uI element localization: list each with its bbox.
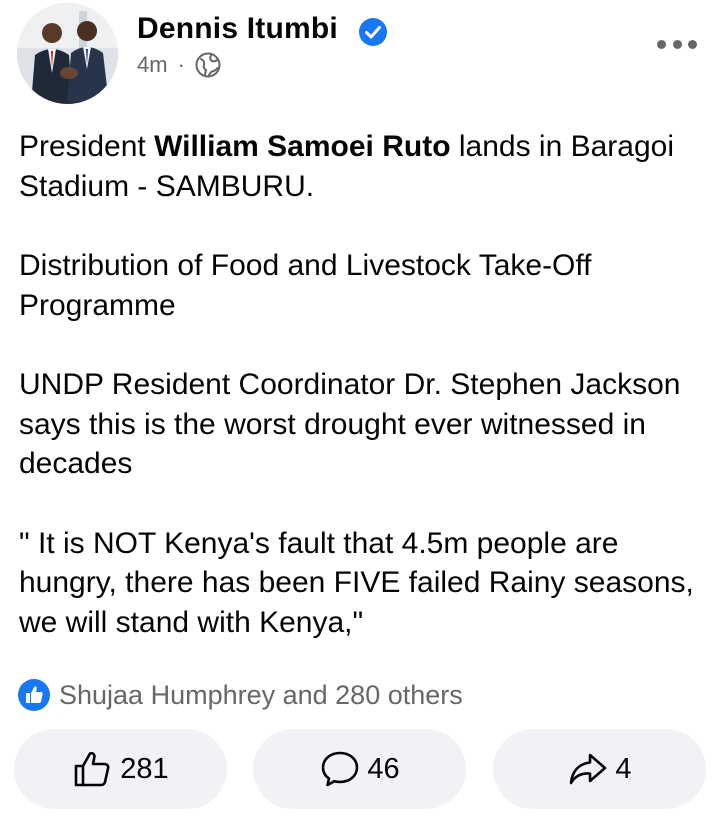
post-paragraph: UNDP Resident Coordinator Dr. Stephen Ja… (19, 368, 681, 480)
author-name[interactable]: Dennis Itumbi (137, 12, 338, 46)
post-paragraph: " It is NOT Kenya's fault that 4.5m peop… (19, 526, 694, 639)
like-reaction-icon (18, 679, 50, 711)
share-button[interactable]: 4 (493, 729, 706, 809)
avatar[interactable] (17, 3, 118, 104)
more-options-icon[interactable] (657, 32, 697, 56)
post-text-segment: President (19, 130, 155, 163)
like-count: 281 (120, 752, 169, 785)
reaction-summary[interactable]: Shujaa Humphrey and 280 others (17, 677, 463, 713)
post-body: President William Samoei Ruto lands in B… (19, 127, 709, 642)
share-icon (570, 753, 607, 785)
comment-button[interactable]: 46 (253, 729, 466, 809)
post-time[interactable]: 4m (137, 52, 168, 78)
share-count: 4 (615, 752, 632, 785)
reaction-summary-text: Shujaa Humphrey and 280 others (59, 679, 463, 710)
comment-icon (322, 751, 359, 787)
comment-count: 46 (367, 752, 400, 785)
action-bar: 281 46 4 (0, 729, 720, 811)
post-paragraph: Distribution of Food and Livestock Take-… (19, 249, 592, 322)
like-button[interactable]: 281 (14, 729, 227, 809)
post-mention-bold: William Samoei Ruto (154, 130, 451, 163)
more-dot (672, 39, 682, 49)
more-dot (657, 39, 666, 49)
avatar-photo (17, 3, 118, 104)
globe-icon[interactable] (195, 52, 221, 78)
verified-badge-icon (359, 18, 387, 46)
meta-separator: · (177, 52, 185, 77)
more-dot (688, 39, 697, 49)
post-header: Dennis Itumbi 4m · (0, 0, 720, 112)
thumbs-up-icon (74, 752, 110, 787)
post-meta: 4m · (137, 52, 221, 78)
post-paragraph: President William Samoei Ruto lands in B… (19, 127, 709, 206)
